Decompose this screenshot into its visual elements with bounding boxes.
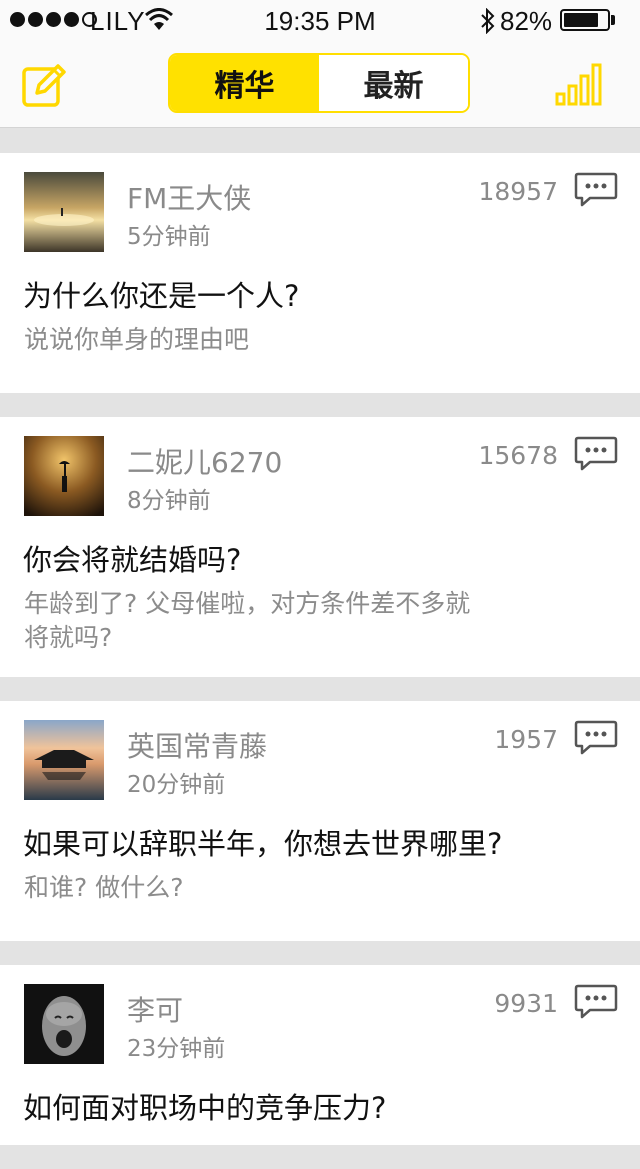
status-bar: LILY 19:35 PM 82% xyxy=(0,0,640,40)
avatar[interactable] xyxy=(24,172,104,252)
avatar[interactable] xyxy=(24,720,104,800)
reply-count: 15678 xyxy=(478,441,558,470)
username[interactable]: FM王大侠 xyxy=(127,177,251,217)
avatar[interactable] xyxy=(24,984,104,1064)
bluetooth-icon xyxy=(481,8,495,34)
avatar[interactable] xyxy=(24,436,104,516)
username[interactable]: 李可 xyxy=(127,989,183,1029)
nav-bar: 精华 最新 xyxy=(0,40,640,128)
comment-bubble-icon[interactable] xyxy=(574,172,618,208)
compose-icon xyxy=(22,64,66,107)
post-subtitle: 和谁? 做什么? xyxy=(24,873,184,902)
comment-bubble-icon[interactable] xyxy=(574,984,618,1020)
tab-featured[interactable]: 精华 xyxy=(170,55,319,111)
post-question[interactable]: 如果可以辞职半年，你想去世界哪里? xyxy=(23,821,502,863)
post-card[interactable]: 二妮儿6270 8分钟前 15678 你会将就结婚吗? 年龄到了? 父母催啦，对… xyxy=(0,417,640,677)
reply-count: 18957 xyxy=(478,177,558,206)
reply-count: 9931 xyxy=(494,989,558,1018)
username[interactable]: 二妮儿6270 xyxy=(127,441,282,481)
post-subtitle: 说说你单身的理由吧 xyxy=(24,325,250,354)
ranking-button[interactable] xyxy=(552,60,604,110)
comment-bubble-icon[interactable] xyxy=(574,436,618,472)
segmented-control: 精华 最新 xyxy=(168,53,470,113)
comment-bubble-icon[interactable] xyxy=(574,720,618,756)
timestamp: 20分钟前 xyxy=(127,772,226,798)
compose-button[interactable] xyxy=(20,60,70,110)
reply-count: 1957 xyxy=(494,725,558,754)
post-question[interactable]: 你会将就结婚吗? xyxy=(23,537,241,579)
post-subtitle: 年龄到了? 父母催啦，对方条件差不多就将就吗? xyxy=(24,589,471,652)
post-question[interactable]: 如何面对职场中的竞争压力? xyxy=(23,1085,386,1127)
tab-latest[interactable]: 最新 xyxy=(319,55,468,111)
post-question[interactable]: 为什么你还是一个人? xyxy=(23,273,299,315)
post-feed: FM王大侠 5分钟前 18957 为什么你还是一个人? 说说你单身的理由吧 二妮… xyxy=(0,153,640,1169)
battery-percentage: 82% xyxy=(500,6,553,36)
timestamp: 8分钟前 xyxy=(127,488,211,514)
post-card[interactable]: 李可 23分钟前 9931 如何面对职场中的竞争压力? xyxy=(0,965,640,1145)
battery-icon xyxy=(560,9,610,31)
post-card[interactable]: FM王大侠 5分钟前 18957 为什么你还是一个人? 说说你单身的理由吧 xyxy=(0,153,640,393)
timestamp: 23分钟前 xyxy=(127,1036,226,1062)
bar-chart-icon xyxy=(555,63,602,106)
username[interactable]: 英国常青藤 xyxy=(127,725,267,765)
timestamp: 5分钟前 xyxy=(127,224,211,250)
post-card[interactable]: 英国常青藤 20分钟前 1957 如果可以辞职半年，你想去世界哪里? 和谁? 做… xyxy=(0,701,640,941)
